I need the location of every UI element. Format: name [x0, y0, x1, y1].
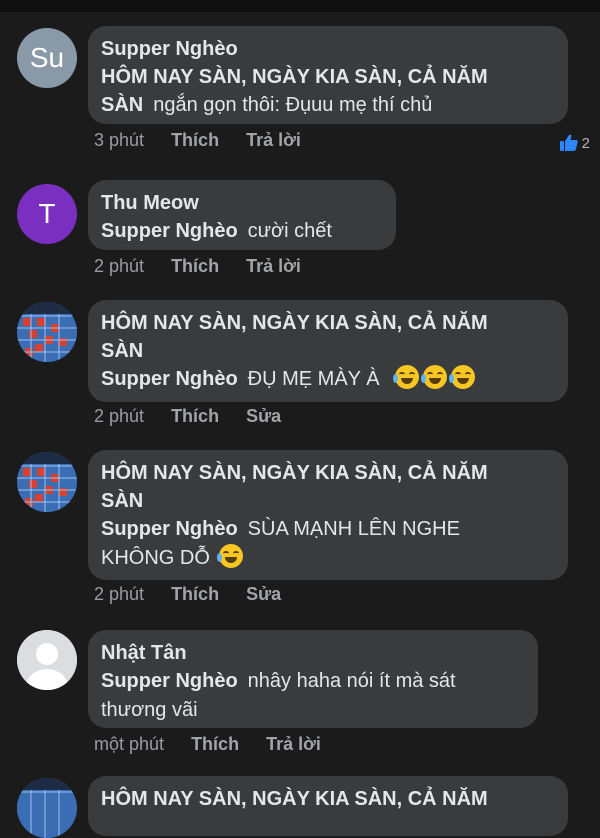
comment-bubble[interactable]: Thu Meow Supper Nghèo cười chết — [88, 180, 396, 250]
comment-author[interactable]: Supper Nghèo — [101, 35, 554, 63]
avatar-image — [17, 302, 77, 362]
edit-button[interactable]: Sửa — [246, 406, 281, 426]
comment-text: SÙA MẠNH LÊN NGHE — [247, 518, 460, 540]
comment-text-line2: thương vãi — [101, 699, 198, 721]
comment-time[interactable]: một phút — [94, 734, 164, 754]
comment-bubble[interactable]: HÔM NAY SÀN, NGÀY KIA SÀN, CẢ NĂM SÀN Su… — [88, 450, 568, 580]
laughing-emoji-icon — [449, 365, 476, 389]
comment-author[interactable]: HÔM NAY SÀN, NGÀY KIA SÀN, CẢ NĂM — [101, 459, 554, 487]
avatar-image — [17, 778, 77, 838]
like-button[interactable]: Thích — [171, 406, 219, 426]
comment-actions: 3 phút Thích Trả lời — [94, 128, 323, 152]
comment-text-line2: KHÔNG DỖ — [101, 544, 554, 573]
reply-button[interactable]: Trả lời — [266, 734, 321, 754]
comment-text: nhây haha nói ít mà sát — [247, 670, 456, 692]
avatar[interactable] — [17, 302, 77, 362]
default-user-icon — [17, 630, 77, 690]
comment-text: KHÔNG DỖ — [101, 547, 210, 569]
laughing-emoji-icon — [217, 544, 244, 568]
reaction-count: 2 — [581, 134, 590, 152]
comment-bubble[interactable]: Nhật Tân Supper Nghèo nhây haha nói ít mà… — [88, 630, 538, 728]
like-button[interactable]: Thích — [171, 130, 219, 150]
comment-bubble[interactable]: HÔM NAY SÀN, NGÀY KIA SÀN, CẢ NĂM — [88, 776, 568, 836]
comment-author[interactable]: HÔM NAY SÀN, NGÀY KIA SÀN, CẢ NĂM — [101, 785, 554, 813]
comment-text-line2: SÀN ngắn gọn thôi: Đụuu mẹ thí chủ — [101, 91, 554, 120]
comment-text-line1: Supper Nghèo nhây haha nói ít mà sát — [101, 667, 524, 696]
comment-text: ngắn gọn thôi: Đụuu mẹ thí chủ — [153, 94, 433, 116]
comment-author-line2[interactable]: SÀN — [101, 487, 554, 515]
comment-text-bold: SÀN — [101, 94, 144, 116]
comment-actions: 2 phút Thích Trả lời — [94, 254, 323, 278]
comment-mention[interactable]: Supper Nghèo — [101, 220, 238, 242]
top-bar — [0, 0, 600, 12]
avatar[interactable] — [17, 630, 77, 690]
reply-button[interactable]: Trả lời — [246, 256, 301, 276]
comment-time[interactable]: 2 phút — [94, 406, 144, 426]
laughing-emoji-icon — [393, 365, 420, 389]
comment-bubble[interactable]: Supper Nghèo HÔM NAY SÀN, NGÀY KIA SÀN, … — [88, 26, 568, 124]
like-button[interactable]: Thích — [171, 584, 219, 604]
comment-mention[interactable]: Supper Nghèo — [101, 670, 238, 692]
comment-text-line1: Supper Nghèo SÙA MẠNH LÊN NGHE — [101, 515, 554, 544]
like-button[interactable]: Thích — [171, 256, 219, 276]
avatar-initials: Su — [29, 42, 65, 73]
comment-text-line: Supper Nghèo cười chết — [101, 217, 382, 246]
reply-button[interactable]: Trả lời — [246, 130, 301, 150]
reaction-count-badge[interactable]: 2 — [559, 134, 590, 152]
comment-time[interactable]: 3 phút — [94, 130, 144, 150]
avatar[interactable]: T — [17, 184, 77, 244]
comment-actions: 2 phút Thích Sửa — [94, 404, 303, 428]
thumbs-up-icon — [559, 134, 578, 151]
comment-time[interactable]: 2 phút — [94, 256, 144, 276]
comment-author-line2[interactable]: SÀN — [101, 337, 554, 365]
comment-actions: một phút Thích Trả lời — [94, 732, 343, 756]
comment-text: cười chết — [247, 220, 332, 242]
avatar-image — [17, 452, 77, 512]
comment-text-line: Supper Nghèo ĐỤ MẸ MÀY À — [101, 365, 554, 394]
comment-mention[interactable]: Supper Nghèo — [101, 368, 238, 390]
comment-actions: 2 phút Thích Sửa — [94, 582, 303, 606]
avatar-initials: T — [38, 198, 56, 229]
avatar[interactable]: Su — [17, 28, 77, 88]
avatar[interactable] — [17, 452, 77, 512]
comment-author[interactable]: Thu Meow — [101, 189, 382, 217]
comment-time[interactable]: 2 phút — [94, 584, 144, 604]
edit-button[interactable]: Sửa — [246, 584, 281, 604]
comment-bubble[interactable]: HÔM NAY SÀN, NGÀY KIA SÀN, CẢ NĂM SÀN Su… — [88, 300, 568, 402]
comment-mention[interactable]: Supper Nghèo — [101, 518, 238, 540]
comment-author[interactable]: HÔM NAY SÀN, NGÀY KIA SÀN, CẢ NĂM — [101, 309, 554, 337]
laughing-emoji-icon — [421, 365, 448, 389]
comment-author[interactable]: Nhật Tân — [101, 639, 524, 667]
comment-text: ĐỤ MẸ MÀY À — [247, 368, 380, 390]
comment-text-line1: HÔM NAY SÀN, NGÀY KIA SÀN, CẢ NĂM — [101, 66, 488, 88]
avatar[interactable] — [17, 778, 77, 838]
like-button[interactable]: Thích — [191, 734, 239, 754]
